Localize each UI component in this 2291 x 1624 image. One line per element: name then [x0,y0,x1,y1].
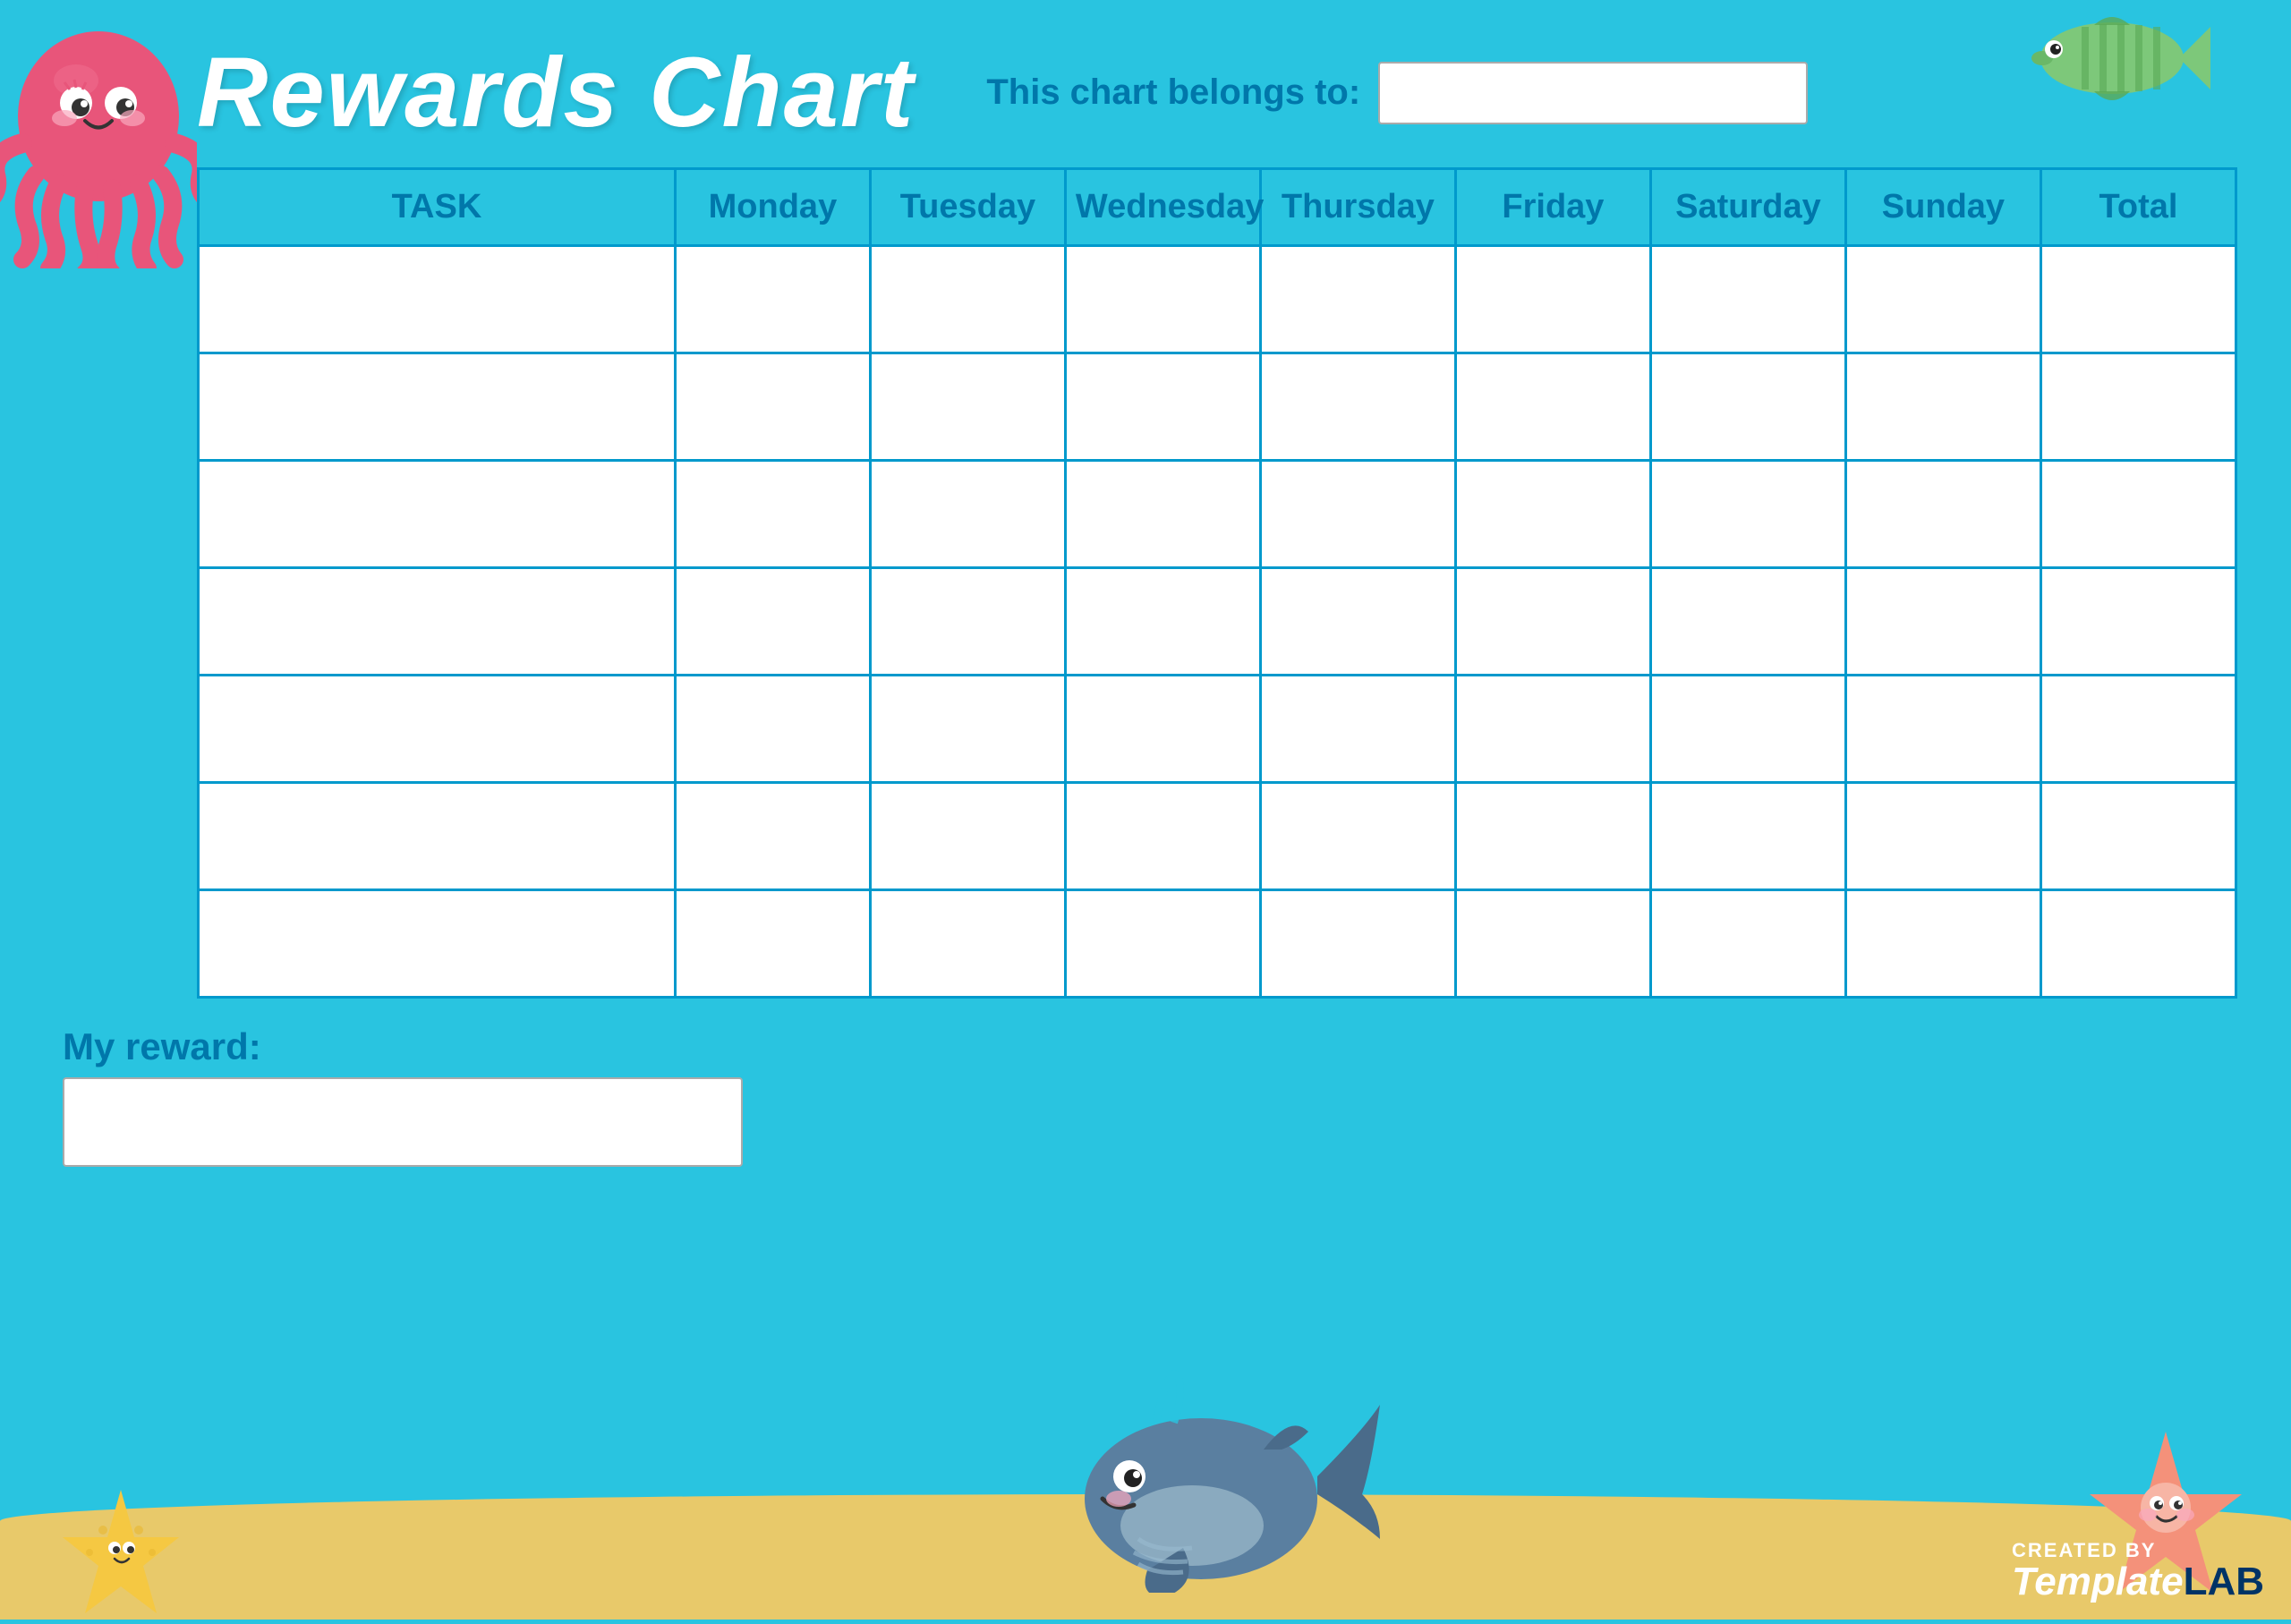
col-friday: Friday [1455,169,1650,246]
total-cell[interactable] [2040,890,2236,998]
total-cell[interactable] [2040,568,2236,676]
day-cell[interactable] [675,783,870,890]
day-cell[interactable] [1845,783,2040,890]
total-cell[interactable] [2040,353,2236,461]
day-cell[interactable] [1455,353,1650,461]
total-cell[interactable] [2040,246,2236,353]
day-cell[interactable] [1065,568,1260,676]
reward-area: My reward: [63,1025,743,1167]
day-cell[interactable] [1650,890,1845,998]
starfish-left-icon [54,1485,188,1620]
name-input[interactable] [1378,62,1808,124]
day-cell[interactable] [1260,783,1455,890]
page-title: Rewards Chart [197,36,915,149]
task-cell[interactable] [199,568,676,676]
col-tuesday: Tuesday [870,169,1065,246]
day-cell[interactable] [1260,676,1455,783]
col-saturday: Saturday [1650,169,1845,246]
day-cell[interactable] [870,890,1065,998]
day-cell[interactable] [1065,783,1260,890]
day-cell[interactable] [1845,353,2040,461]
day-cell[interactable] [1455,676,1650,783]
day-cell[interactable] [675,353,870,461]
task-cell[interactable] [199,783,676,890]
day-cell[interactable] [870,676,1065,783]
watermark: CREATED BY TemplateLAB [2012,1539,2264,1602]
day-cell[interactable] [1845,246,2040,353]
templatelab-brand: TemplateLAB [2012,1562,2264,1602]
whale-icon [1085,1360,1389,1593]
col-thursday: Thursday [1260,169,1455,246]
task-cell[interactable] [199,353,676,461]
task-cell[interactable] [199,461,676,568]
day-cell[interactable] [1065,890,1260,998]
day-cell[interactable] [1455,461,1650,568]
task-cell[interactable] [199,246,676,353]
day-cell[interactable] [1260,461,1455,568]
table-row [199,461,2236,568]
lab-label: LAB [2184,1560,2264,1603]
col-sunday: Sunday [1845,169,2040,246]
day-cell[interactable] [870,353,1065,461]
day-cell[interactable] [1455,890,1650,998]
total-cell[interactable] [2040,783,2236,890]
bottom-section: My reward: [54,1025,2237,1167]
day-cell[interactable] [1650,568,1845,676]
task-cell[interactable] [199,676,676,783]
day-cell[interactable] [1455,246,1650,353]
day-cell[interactable] [1650,461,1845,568]
day-cell[interactable] [675,246,870,353]
reward-label: My reward: [63,1025,743,1068]
day-cell[interactable] [1065,676,1260,783]
belongs-to-section: This chart belongs to: [986,62,1808,124]
day-cell[interactable] [1065,353,1260,461]
template-label: Template [2012,1560,2184,1603]
col-total: Total [2040,169,2236,246]
col-wednesday: Wednesday [1065,169,1260,246]
total-cell[interactable] [2040,676,2236,783]
day-cell[interactable] [1260,246,1455,353]
day-cell[interactable] [675,461,870,568]
day-cell[interactable] [1650,246,1845,353]
day-cell[interactable] [870,461,1065,568]
day-cell[interactable] [1455,783,1650,890]
day-cell[interactable] [1650,676,1845,783]
col-task: TASK [199,169,676,246]
page-container: Rewards Chart This chart belongs to: TAS… [0,0,2291,1620]
col-monday: Monday [675,169,870,246]
day-cell[interactable] [1455,568,1650,676]
day-cell[interactable] [1260,353,1455,461]
day-cell[interactable] [870,783,1065,890]
day-cell[interactable] [675,676,870,783]
day-cell[interactable] [870,246,1065,353]
header: Rewards Chart This chart belongs to: [54,36,2237,149]
table-row [199,676,2236,783]
chart-table-wrapper: TASK Monday Tuesday Wednesday Thursday F… [197,167,2237,999]
day-cell[interactable] [675,568,870,676]
day-cell[interactable] [1650,353,1845,461]
day-cell[interactable] [1065,461,1260,568]
day-cell[interactable] [1845,461,2040,568]
day-cell[interactable] [870,568,1065,676]
day-cell[interactable] [1845,568,2040,676]
table-row [199,246,2236,353]
table-row [199,353,2236,461]
day-cell[interactable] [1845,676,2040,783]
total-cell[interactable] [2040,461,2236,568]
task-cell[interactable] [199,890,676,998]
table-row [199,783,2236,890]
belongs-to-label: This chart belongs to: [986,72,1360,113]
rewards-table: TASK Monday Tuesday Wednesday Thursday F… [197,167,2237,999]
day-cell[interactable] [1065,246,1260,353]
table-row [199,568,2236,676]
day-cell[interactable] [1650,783,1845,890]
day-cell[interactable] [1260,890,1455,998]
table-header-row: TASK Monday Tuesday Wednesday Thursday F… [199,169,2236,246]
day-cell[interactable] [1845,890,2040,998]
day-cell[interactable] [1260,568,1455,676]
day-cell[interactable] [675,890,870,998]
table-row [199,890,2236,998]
reward-input[interactable] [63,1077,743,1167]
